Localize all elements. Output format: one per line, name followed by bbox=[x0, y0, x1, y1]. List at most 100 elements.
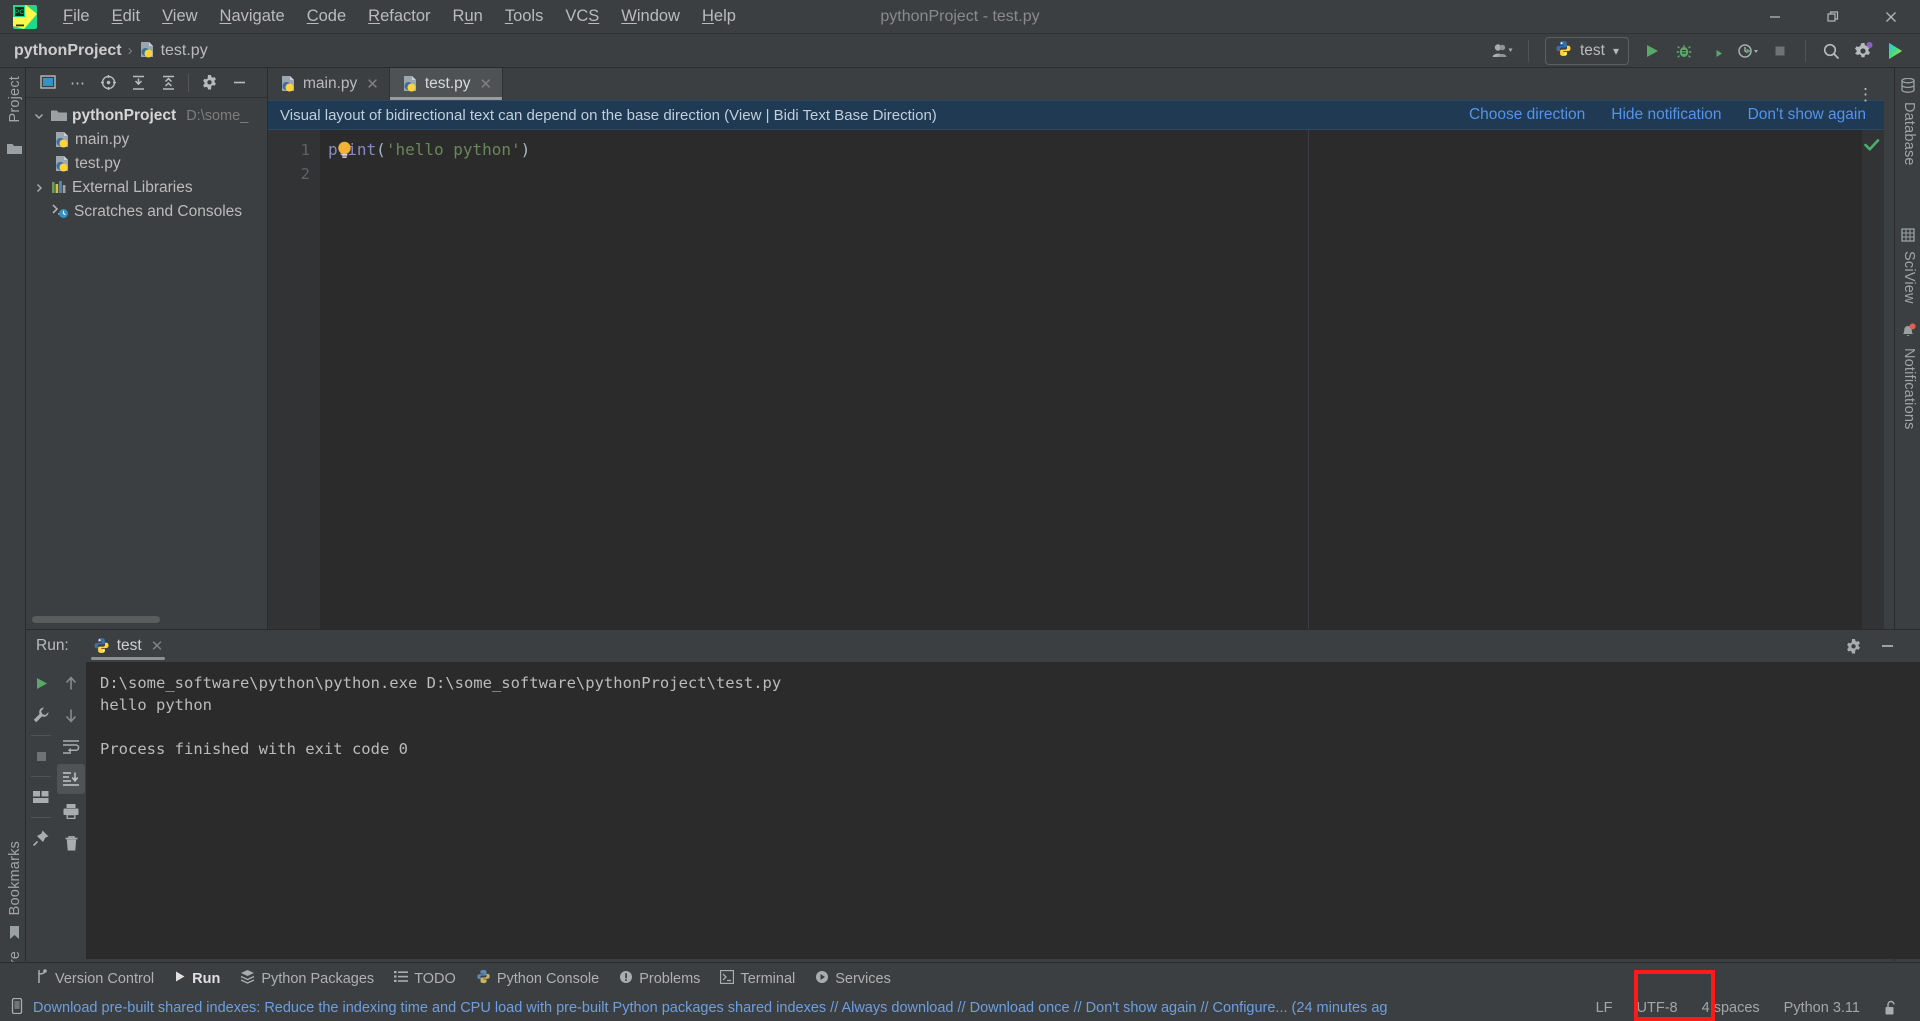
code-editor[interactable]: 1 2 print('hello python') bbox=[268, 130, 1884, 629]
status-message-group[interactable]: Download pre-built shared indexes: Reduc… bbox=[10, 997, 1387, 1018]
bottom-item-version-control[interactable]: Version Control bbox=[26, 965, 164, 993]
crosshair-icon[interactable] bbox=[94, 71, 122, 95]
menu-navigate[interactable]: Navigate bbox=[209, 3, 296, 30]
line-number: 1 bbox=[300, 141, 310, 159]
title-bar: PC File Edit View Navigate Code Refactor… bbox=[0, 0, 1920, 34]
indent-status[interactable]: 4 spaces bbox=[1690, 996, 1772, 1019]
menu-help[interactable]: Help bbox=[691, 3, 747, 30]
modify-run-config-button[interactable] bbox=[27, 700, 55, 730]
bottom-item-todo[interactable]: TODO bbox=[384, 965, 466, 993]
close-icon[interactable]: ✕ bbox=[480, 75, 493, 93]
editor-tab-options[interactable]: ⋮ bbox=[1857, 86, 1884, 103]
menu-refactor[interactable]: Refactor bbox=[357, 3, 441, 30]
bottom-tool-window-bar: Version Control Run Python Packages TODO… bbox=[0, 962, 1920, 994]
minimize-icon[interactable] bbox=[1872, 632, 1902, 660]
tree-node-main-py[interactable]: main.py bbox=[26, 128, 267, 152]
menu-view[interactable]: View bbox=[151, 3, 208, 30]
bottom-item-run[interactable]: Run bbox=[164, 965, 230, 993]
maximize-button[interactable] bbox=[1804, 0, 1862, 34]
ellipsis-icon[interactable]: ⋯ bbox=[64, 71, 92, 95]
soft-wrap-button[interactable] bbox=[57, 732, 85, 762]
menu-code[interactable]: Code bbox=[296, 3, 357, 30]
bottom-item-python-console[interactable]: Python Console bbox=[466, 965, 609, 993]
bottom-item-problems[interactable]: Problems bbox=[609, 965, 710, 993]
sidebar-item-database[interactable]: Database bbox=[1898, 77, 1917, 167]
prev-occurrence-button[interactable] bbox=[57, 668, 85, 698]
chevron-down-icon[interactable] bbox=[32, 111, 46, 121]
vertical-ellipsis-icon[interactable]: ⋮ bbox=[1857, 86, 1874, 103]
stop-button[interactable] bbox=[1765, 37, 1795, 65]
sidebar-item-notifications[interactable]: Notifications bbox=[1898, 323, 1917, 431]
pin-tab-button[interactable] bbox=[27, 823, 55, 853]
expand-all-icon[interactable] bbox=[124, 71, 152, 95]
gear-icon[interactable] bbox=[1838, 632, 1868, 660]
layout-button[interactable] bbox=[27, 782, 55, 812]
scroll-to-end-button[interactable] bbox=[57, 764, 85, 794]
editor-tab-main-py[interactable]: main.py ✕ bbox=[268, 68, 390, 100]
run-window-body: D:\some_software\python\python.exe D:\so… bbox=[26, 662, 1920, 959]
ide-update-icon[interactable] bbox=[1880, 37, 1910, 65]
run-tab-test[interactable]: test ✕ bbox=[83, 630, 174, 662]
menu-run[interactable]: Run bbox=[442, 3, 494, 30]
code-line-1[interactable]: print('hello python') bbox=[320, 138, 1862, 162]
breadcrumb-file[interactable]: test.py bbox=[161, 42, 208, 60]
user-accounts-icon[interactable] bbox=[1488, 37, 1518, 65]
project-panel-horizontal-scrollbar[interactable] bbox=[32, 616, 160, 623]
run-configuration-selector[interactable]: test ▾ bbox=[1544, 37, 1629, 65]
inspection-status-gutter[interactable] bbox=[1862, 130, 1884, 629]
minimize-button[interactable] bbox=[1746, 0, 1804, 34]
gear-icon[interactable] bbox=[195, 71, 223, 95]
run-button[interactable] bbox=[1637, 37, 1667, 65]
stop-button[interactable] bbox=[27, 741, 55, 771]
collapse-all-icon[interactable] bbox=[154, 71, 182, 95]
menu-vcs[interactable]: VCS bbox=[554, 3, 610, 30]
menu-tools[interactable]: Tools bbox=[494, 3, 555, 30]
sidebar-item-sciview[interactable]: SciView bbox=[1898, 228, 1917, 305]
profile-button[interactable] bbox=[1733, 37, 1763, 65]
hide-notification-link[interactable]: Hide notification bbox=[1611, 106, 1721, 124]
lightbulb-icon[interactable] bbox=[335, 140, 354, 160]
clear-all-button[interactable] bbox=[57, 828, 85, 858]
toolbar-divider-2 bbox=[1805, 40, 1806, 62]
unlocked-padlock-icon[interactable] bbox=[1872, 996, 1910, 1019]
next-occurrence-button[interactable] bbox=[57, 700, 85, 730]
bottom-item-terminal[interactable]: Terminal bbox=[710, 965, 805, 993]
menu-edit[interactable]: Edit bbox=[101, 3, 151, 30]
close-button[interactable] bbox=[1862, 0, 1920, 34]
close-icon[interactable]: ✕ bbox=[151, 637, 164, 655]
editor-tab-test-py[interactable]: test.py ✕ bbox=[389, 68, 504, 100]
interpreter-status[interactable]: Python 3.11 bbox=[1772, 996, 1872, 1019]
dont-show-again-link[interactable]: Don't show again bbox=[1748, 106, 1866, 124]
status-message[interactable]: Download pre-built shared indexes: Reduc… bbox=[33, 1000, 1387, 1016]
tree-node-pythonproject[interactable]: pythonProject D:\some_ bbox=[26, 104, 267, 128]
bottom-item-python-packages[interactable]: Python Packages bbox=[230, 965, 384, 993]
bottom-item-services[interactable]: Services bbox=[805, 965, 901, 993]
project-tool-window: ⋯ pythonProject D:\some_ main.py test.py… bbox=[26, 68, 268, 629]
sciview-grid-icon bbox=[1901, 228, 1915, 247]
breadcrumb-project[interactable]: pythonProject bbox=[14, 42, 122, 60]
debug-button[interactable] bbox=[1669, 37, 1699, 65]
tree-node-external-libraries[interactable]: External Libraries bbox=[26, 176, 267, 200]
menu-window[interactable]: Window bbox=[610, 3, 691, 30]
tree-node-test-py[interactable]: test.py bbox=[26, 152, 267, 176]
run-window-label: Run: bbox=[36, 637, 69, 654]
menu-file[interactable]: File bbox=[52, 3, 101, 30]
problems-icon bbox=[619, 970, 633, 988]
line-separator-status[interactable]: LF bbox=[1584, 996, 1625, 1019]
print-button[interactable] bbox=[57, 796, 85, 826]
minimize-icon[interactable] bbox=[225, 71, 253, 95]
run-with-coverage-button[interactable] bbox=[1701, 37, 1731, 65]
tree-node-scratches-and-consoles[interactable]: Scratches and Consoles bbox=[26, 200, 267, 224]
search-everywhere-icon[interactable] bbox=[1816, 37, 1846, 65]
run-console-output[interactable]: D:\some_software\python\python.exe D:\so… bbox=[86, 662, 1920, 959]
code-text-area[interactable]: print('hello python') bbox=[320, 130, 1862, 629]
code-line-2[interactable] bbox=[320, 162, 1862, 186]
settings-gear-icon[interactable] bbox=[1848, 37, 1878, 65]
breadcrumb: pythonProject › test.py bbox=[14, 41, 208, 60]
encoding-status[interactable]: UTF-8 bbox=[1625, 996, 1690, 1019]
rerun-button[interactable] bbox=[27, 668, 55, 698]
close-icon[interactable]: ✕ bbox=[366, 75, 379, 93]
select-target-icon[interactable] bbox=[34, 71, 62, 95]
chevron-right-icon[interactable] bbox=[32, 183, 46, 193]
choose-direction-link[interactable]: Choose direction bbox=[1469, 106, 1585, 124]
